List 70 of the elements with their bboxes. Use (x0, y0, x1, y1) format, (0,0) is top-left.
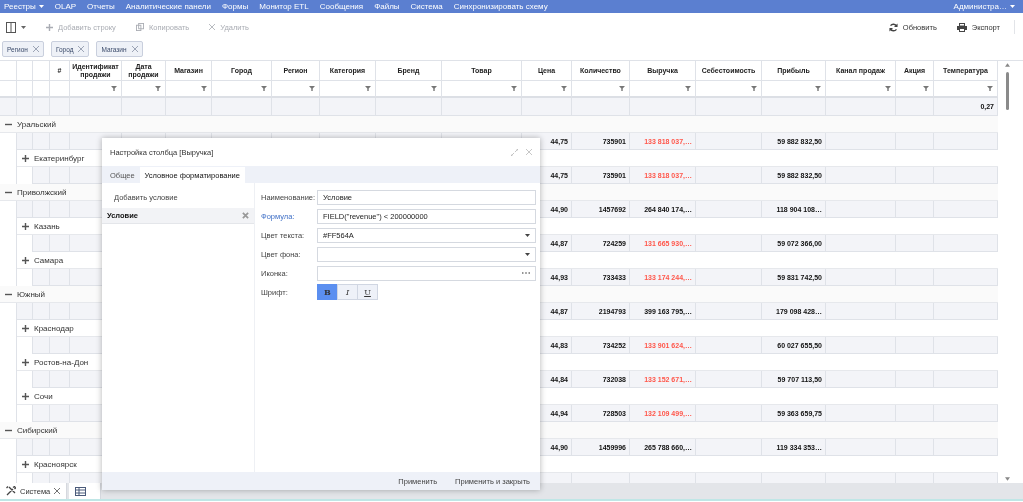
taskbar-tab[interactable] (69, 483, 102, 499)
menu-item[interactable]: Реестры (2, 0, 53, 13)
menu-item[interactable]: Монитор ETL (257, 0, 318, 13)
city-label: Краснодар (34, 323, 74, 333)
filter-icon[interactable] (885, 86, 891, 91)
filter-icon[interactable] (987, 86, 993, 91)
filter-icon[interactable] (815, 86, 821, 91)
close-icon (78, 46, 85, 52)
user-menu[interactable]: Администра… (951, 0, 1023, 13)
expand-icon[interactable] (22, 222, 29, 230)
scroll-down-icon[interactable] (1004, 477, 1010, 481)
group-label: Уральский (17, 119, 56, 129)
expand-icon[interactable] (22, 460, 29, 468)
close-icon[interactable] (54, 488, 61, 494)
menu-item[interactable]: Сообщения (317, 0, 373, 13)
font-style-toggle[interactable]: U (357, 284, 378, 300)
filter-icon[interactable] (111, 86, 117, 91)
close-icon (32, 46, 39, 52)
menu-item[interactable]: Отчеты (85, 0, 124, 13)
filter-icon[interactable] (561, 86, 567, 91)
tools-icon (6, 486, 16, 496)
caret-down-icon (525, 233, 530, 237)
expand-icon[interactable] (22, 256, 29, 264)
copy-icon (135, 23, 144, 31)
filter-icon[interactable] (365, 86, 371, 91)
city-label: Красноярск (34, 459, 77, 469)
table-icon (75, 486, 87, 496)
filter-icon[interactable] (685, 86, 691, 91)
menu-item[interactable]: Система (408, 0, 452, 13)
columns-icon (6, 21, 16, 33)
select-field[interactable] (317, 246, 536, 262)
filter-icon[interactable] (431, 86, 437, 91)
close-icon (131, 46, 138, 52)
city-label: Сочи (34, 391, 53, 401)
expand-icon[interactable] (22, 358, 29, 366)
icon-picker-field[interactable] (317, 265, 536, 281)
group-label: Сибирский (17, 425, 58, 435)
menu-item[interactable]: Синхронизировать схему (451, 0, 557, 13)
expand-icon[interactable] (22, 392, 29, 400)
city-label: Ростов-на-Дон (34, 357, 89, 367)
filter-icon[interactable] (511, 86, 517, 91)
plus-icon (46, 23, 53, 31)
filter-icon[interactable] (261, 86, 267, 91)
expand-icon[interactable] (22, 324, 29, 332)
group-label: Приволжский (17, 187, 67, 197)
group-label: Южный (17, 289, 46, 299)
font-style-toggle[interactable]: B (317, 284, 338, 300)
menu-item[interactable]: Аналитические панели (123, 0, 220, 13)
city-label: Казань (34, 221, 60, 231)
delete-icon[interactable] (242, 212, 249, 219)
filter-icon[interactable] (923, 86, 929, 91)
filter-icon[interactable] (309, 86, 315, 91)
font-style-toggle[interactable]: I (337, 284, 358, 300)
printer-icon (956, 22, 967, 32)
menu-item[interactable]: Файлы (372, 0, 409, 13)
expand-icon[interactable] (22, 154, 29, 162)
city-label: Самара (34, 255, 64, 265)
columns-button[interactable] (6, 19, 26, 35)
menu-item[interactable]: Формы (220, 0, 258, 13)
filter-icon[interactable] (751, 86, 757, 91)
menu-item[interactable]: OLAP (52, 0, 86, 13)
filter-icon[interactable] (619, 86, 625, 91)
city-label: Екатеринбург (34, 153, 85, 163)
scrollbar-thumb[interactable] (1005, 72, 1009, 110)
filter-icon[interactable] (155, 86, 161, 91)
refresh-icon (888, 22, 898, 32)
scrollbar[interactable] (1002, 61, 1012, 481)
scroll-up-icon[interactable] (1004, 63, 1010, 67)
filter-icon[interactable] (201, 86, 207, 91)
close-icon (209, 24, 216, 30)
